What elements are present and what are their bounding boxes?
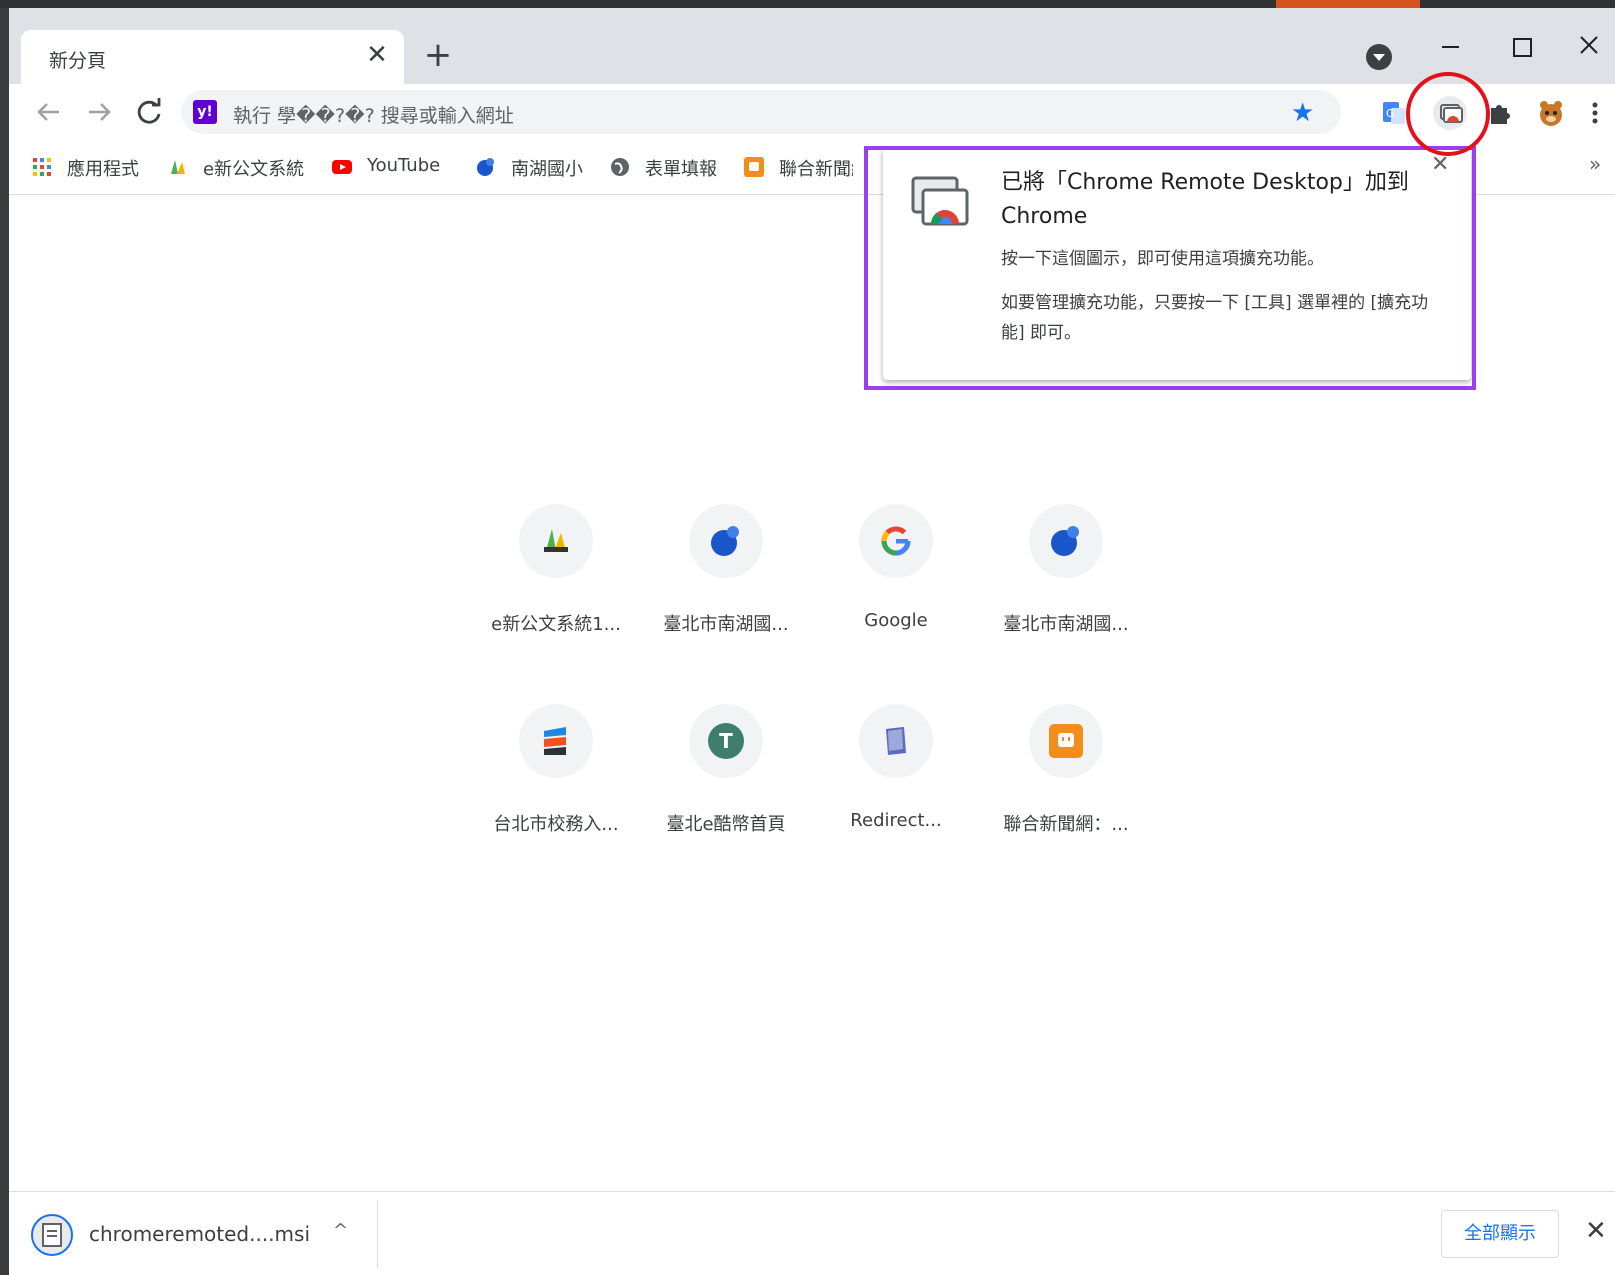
shortcut-icon-circle [1029,704,1103,778]
close-window-button[interactable] [1566,26,1612,66]
forward-arrow-icon [89,103,111,121]
shortcut-icon-circle [689,504,763,578]
shortcut-tile[interactable]: T 臺北e酷幣首頁 [641,704,811,864]
show-all-downloads-button[interactable]: 全部顯示 [1441,1210,1559,1258]
yahoo-search-icon: y! [193,100,217,124]
bookmark-nanhu[interactable]: 南湖國小 [475,154,595,180]
download-filename[interactable]: chromeremoted....msi [89,1222,310,1246]
shortcut-icon-circle [519,704,593,778]
os-accent-strip [1276,0,1420,8]
maximize-button[interactable] [1498,26,1544,66]
installer-file-icon [31,1214,73,1256]
bookmark-e-document[interactable]: e新公文系統 [167,154,307,180]
bookmark-forms[interactable]: 表單填報 [609,154,729,180]
back-arrow-icon [37,103,59,121]
shortcut-tile[interactable]: e新公文系統1... [471,504,641,664]
apps-grid-icon [33,158,51,176]
tab-strip: 新分頁 ✕ + [9,8,1615,86]
bookmark-star-icon[interactable]: ★ [1291,98,1314,128]
os-top-strip [0,0,1615,8]
taipei-logo-icon [544,529,568,552]
download-divider [377,1200,378,1268]
youtube-icon [332,160,352,174]
svg-text:G: G [1386,107,1395,120]
bookmark-label: 表單填報 [645,159,717,180]
toolbar: y! 執行 學��?�? 搜尋或輸入網址 ★ G [9,72,1615,156]
browser-window: 新分頁 ✕ + y! 執行 學��?�? 搜尋或輸入網址 ★ G 應用程式 e新… [9,8,1615,1275]
download-options-chevron-icon[interactable]: ^ [333,1220,348,1241]
globe-ball-icon [477,158,494,176]
google-icon [881,526,911,556]
minimize-button[interactable] [1428,26,1474,66]
globe-ball-icon [711,526,739,556]
profile-avatar-icon[interactable] [1534,96,1568,130]
forward-button[interactable] [79,92,119,132]
bookmark-youtube[interactable]: YouTube [331,154,451,180]
tab-new-tab[interactable]: 新分頁 ✕ [21,30,404,86]
tab-title: 新分頁 [49,50,107,72]
bookmark-label: 聯合新聞網 [779,159,853,180]
letter-t-icon: T [708,723,744,759]
bookmark-udn[interactable]: 聯合新聞網 [743,154,853,180]
book-icon [886,727,906,755]
highlight-box-annotation [864,146,1476,390]
close-download-bar-icon[interactable]: ✕ [1585,1216,1607,1246]
bookmark-apps[interactable]: 應用程式 [31,154,141,180]
address-bar-text: 執行 學��?�? 搜尋或輸入網址 [233,105,514,127]
bookmark-label: 應用程式 [67,159,139,180]
address-bar[interactable]: y! 執行 學��?�? 搜尋或輸入網址 ★ [181,90,1341,134]
taipei-logo-icon [171,160,185,174]
shortcut-icon-circle [519,504,593,578]
download-item[interactable] [31,1214,73,1256]
globe-ball-icon [1051,526,1079,556]
shortcut-icon-circle [1029,504,1103,578]
shortcut-tile[interactable]: Redirect... [811,704,981,864]
bookmarks-overflow-button[interactable]: » [1589,152,1601,176]
bookmark-label: YouTube [367,155,441,176]
shortcut-icon-circle [859,704,933,778]
shortcut-label: 臺北e酷幣首頁 [666,814,786,835]
tab-close-icon[interactable]: ✕ [362,40,392,70]
highlight-circle-annotation [1406,72,1490,156]
shortcut-icon-circle [859,504,933,578]
shortcut-tile[interactable]: Google [811,504,981,664]
shortcut-label: 台北市校務入... [493,814,619,835]
udn-icon [744,157,764,177]
shortcut-tile[interactable]: 臺北市南湖國... [981,504,1151,664]
bookmark-label: 南湖國小 [511,159,583,180]
new-tab-button[interactable]: + [420,38,456,74]
shortcut-label: e新公文系統1... [491,614,621,635]
reload-button[interactable] [129,92,169,132]
shortcut-tile[interactable]: 台北市校務入... [471,704,641,864]
shortcut-tile[interactable]: 臺北市南湖國... [641,504,811,664]
tab-search-icon[interactable] [1366,44,1392,70]
globe-icon [611,158,629,176]
bookmark-label: e新公文系統 [203,159,305,180]
shortcut-label: 臺北市南湖國... [663,614,789,635]
shortcut-label: Redirect... [850,810,942,831]
shortcut-label: 聯合新聞網：... [1003,814,1129,835]
shortcut-tile[interactable]: 聯合新聞網：... [981,704,1151,864]
shortcut-label: 臺北市南湖國... [1003,614,1129,635]
back-button[interactable] [29,92,69,132]
shortcut-icon-circle: T [689,704,763,778]
download-bar: chromeremoted....msi ^ 全部顯示 ✕ [9,1191,1615,1275]
more-menu-icon[interactable] [1585,96,1605,130]
reload-icon [137,98,161,124]
udn-icon [1049,724,1083,758]
letter-t-glyph: T [719,729,733,753]
stack-logo-icon [544,727,566,755]
shortcut-label: Google [864,610,928,631]
